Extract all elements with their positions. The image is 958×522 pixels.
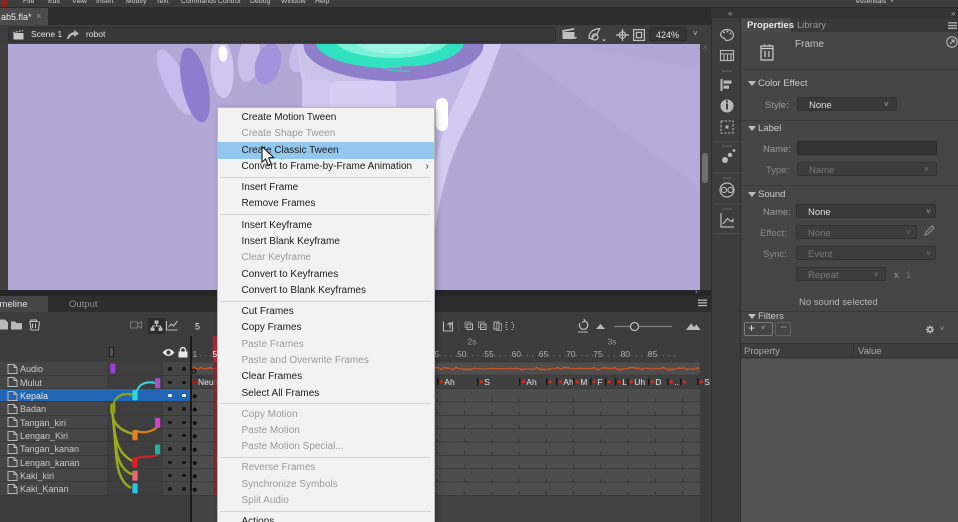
svg-text:Ah: Ah (444, 377, 455, 387)
svg-text:L: L (622, 377, 627, 387)
svg-text:F: F (597, 377, 602, 387)
svg-text:..: .. (674, 377, 679, 387)
svg-text:D: D (655, 377, 661, 387)
svg-text:Uh: Uh (634, 377, 645, 387)
svg-text:Ah: Ah (563, 377, 574, 387)
svg-text:S: S (484, 377, 490, 387)
svg-text:S: S (704, 377, 710, 387)
svg-text:M: M (580, 377, 587, 387)
svg-text:Ah: Ah (526, 377, 537, 387)
